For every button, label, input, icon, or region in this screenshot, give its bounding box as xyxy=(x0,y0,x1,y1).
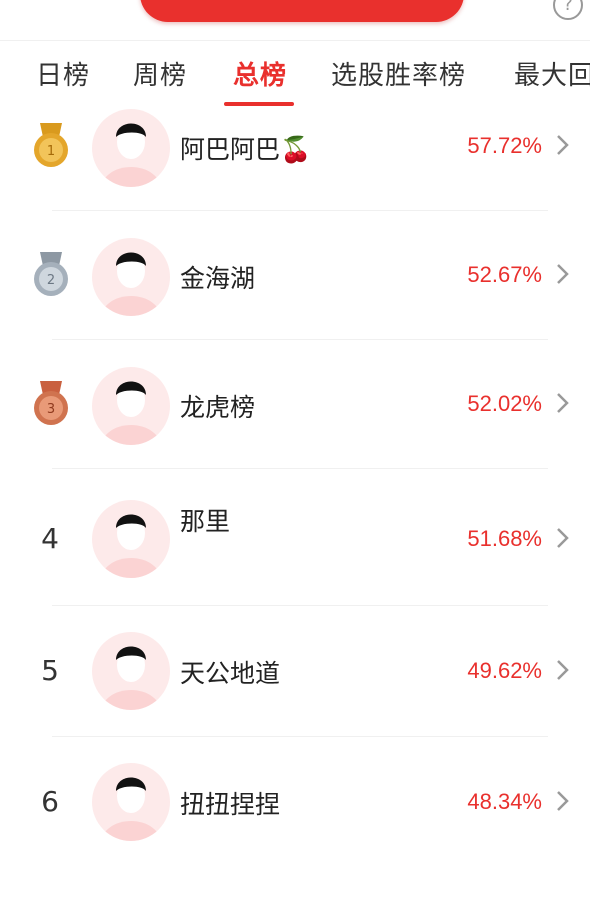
win-rate: 51.68% xyxy=(467,526,542,551)
active-tab-indicator xyxy=(224,102,294,106)
user-name[interactable]: 阿巴阿巴🍒 xyxy=(180,130,311,166)
primary-action-button[interactable] xyxy=(140,0,464,22)
ranking-tabs: 日榜 周榜 总榜 选股胜率榜 最大回 xyxy=(0,40,590,110)
help-icon[interactable]: ? xyxy=(553,0,583,20)
gold-medal-icon: 1 xyxy=(34,123,68,167)
avatar xyxy=(92,109,170,187)
row-divider xyxy=(52,468,548,469)
avatar xyxy=(92,500,170,578)
user-name[interactable]: 天公地道 xyxy=(180,654,280,690)
user-name[interactable]: 金海湖 xyxy=(180,259,255,295)
avatar xyxy=(92,763,170,841)
chevron-right-icon[interactable] xyxy=(555,526,571,550)
rank-number: 6 xyxy=(41,785,59,818)
chevron-right-icon[interactable] xyxy=(555,133,571,157)
row-divider xyxy=(52,210,548,211)
chevron-right-icon[interactable] xyxy=(555,789,571,813)
svg-text:2: 2 xyxy=(47,273,55,288)
win-rate: 48.34% xyxy=(467,789,542,814)
svg-text:3: 3 xyxy=(47,402,55,417)
row-divider xyxy=(52,605,548,606)
chevron-right-icon[interactable] xyxy=(555,658,571,682)
row-divider xyxy=(52,339,548,340)
avatar xyxy=(92,632,170,710)
tab-daily[interactable]: 日榜 xyxy=(36,55,90,92)
win-rate: 52.67% xyxy=(467,262,542,287)
row-divider xyxy=(52,736,548,737)
tab-weekly[interactable]: 周榜 xyxy=(133,55,187,92)
bronze-medal-icon: 3 xyxy=(34,381,68,425)
chevron-right-icon[interactable] xyxy=(555,391,571,415)
win-rate: 52.02% xyxy=(467,391,542,416)
avatar xyxy=(92,238,170,316)
silver-medal-icon: 2 xyxy=(34,252,68,296)
tab-max-drawdown[interactable]: 最大回 xyxy=(514,55,590,92)
user-name[interactable]: 那里 xyxy=(180,502,230,538)
tab-stock-win-rate[interactable]: 选股胜率榜 xyxy=(331,55,466,92)
leaderboard-page: ? 日榜 周榜 总榜 选股胜率榜 最大回 1 阿巴阿巴🍒 57.72% 2 金海… xyxy=(0,0,590,899)
user-name[interactable]: 扭扭捏捏 xyxy=(180,785,280,821)
chevron-right-icon[interactable] xyxy=(555,262,571,286)
rank-number: 5 xyxy=(41,654,59,687)
svg-text:1: 1 xyxy=(47,144,55,159)
win-rate: 49.62% xyxy=(467,658,542,683)
rank-number: 4 xyxy=(41,522,59,555)
tab-overall[interactable]: 总榜 xyxy=(233,55,287,92)
user-name[interactable]: 龙虎榜 xyxy=(180,388,255,424)
win-rate: 57.72% xyxy=(467,133,542,158)
avatar xyxy=(92,367,170,445)
